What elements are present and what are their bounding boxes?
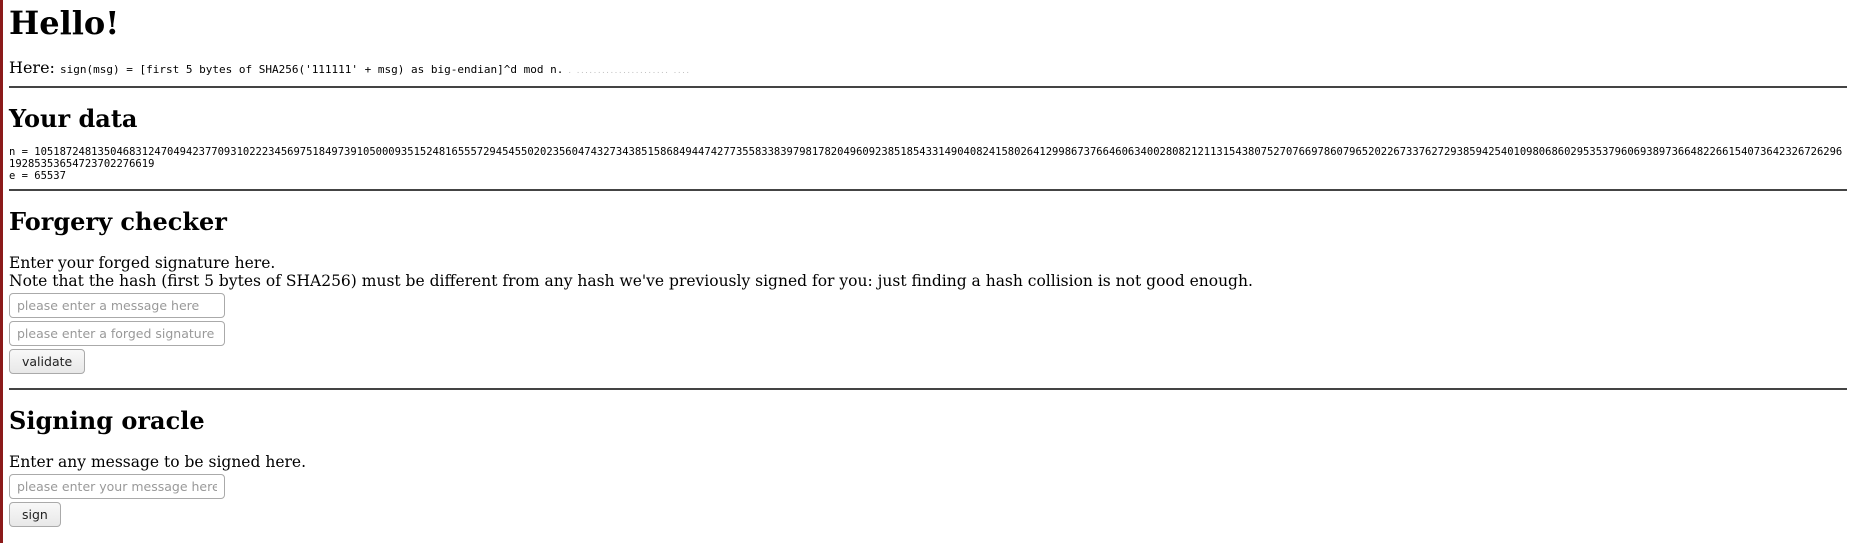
forged-signature-input[interactable] bbox=[9, 321, 225, 346]
intro-trailing-text: . ...................... .... bbox=[563, 67, 690, 75]
forgery-instruction-line-2: Note that the hash (first 5 bytes of SHA… bbox=[9, 272, 1253, 290]
your-data-title: Your data bbox=[9, 104, 138, 133]
signing-oracle-title: Signing oracle bbox=[9, 406, 205, 435]
oracle-instruction: Enter any message to be signed here. bbox=[9, 453, 306, 471]
divider bbox=[9, 189, 1847, 191]
sign-button[interactable]: sign bbox=[9, 502, 61, 527]
key-data: n = 105187248135046831247049423770931022… bbox=[9, 146, 1847, 182]
forgery-message-input[interactable] bbox=[9, 293, 225, 318]
oracle-message-input[interactable] bbox=[9, 474, 225, 499]
exponent-e: e = 65537 bbox=[9, 170, 66, 182]
intro-label: Here: bbox=[9, 58, 55, 77]
forgery-instructions: Enter your forged signature here. Note t… bbox=[9, 254, 1847, 290]
divider bbox=[9, 388, 1847, 390]
validate-button[interactable]: validate bbox=[9, 349, 86, 374]
forgery-instruction-line-1: Enter your forged signature here. bbox=[9, 254, 276, 272]
sign-formula: sign(msg) = [first 5 bytes of SHA256('11… bbox=[60, 63, 564, 76]
page-heading: Hello! bbox=[9, 4, 120, 42]
divider bbox=[9, 86, 1847, 88]
intro-line: Here: sign(msg) = [first 5 bytes of SHA2… bbox=[9, 58, 1847, 81]
modulus-n: n = 105187248135046831247049423770931022… bbox=[9, 146, 1843, 170]
forgery-checker-title: Forgery checker bbox=[9, 207, 227, 236]
